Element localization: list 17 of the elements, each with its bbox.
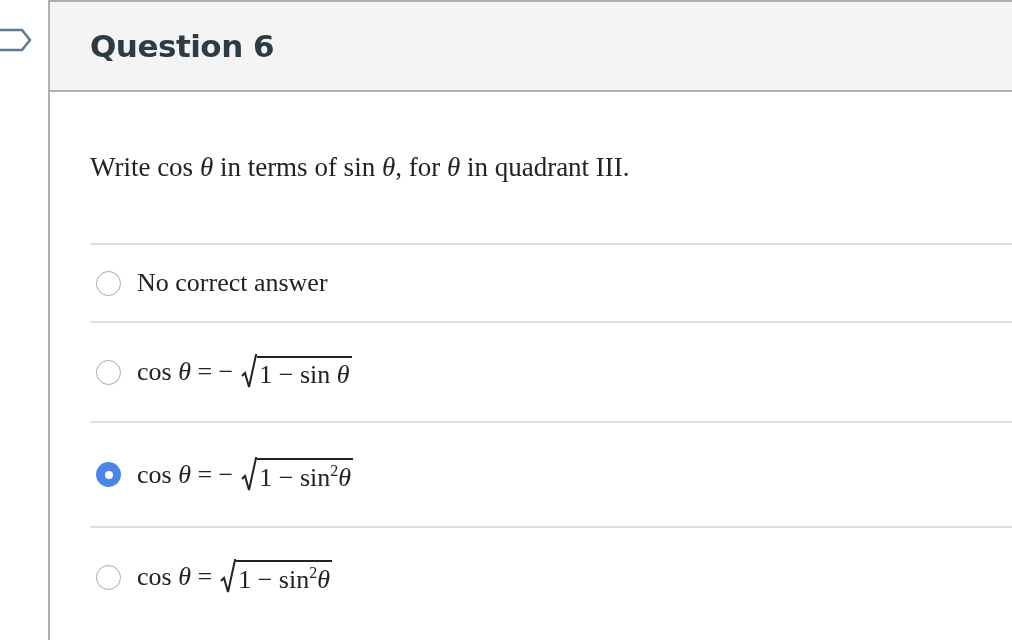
radio-button[interactable] bbox=[96, 270, 121, 296]
question-title: Question 6 bbox=[90, 28, 275, 64]
radicand-text: 1 − sin$^{2}$θ bbox=[236, 560, 332, 595]
formula-text: cos θ = − bbox=[137, 357, 234, 387]
radio-button[interactable] bbox=[96, 462, 121, 487]
formula-text: cos θ = − bbox=[137, 459, 234, 490]
answer-text: No correct answer bbox=[137, 268, 328, 298]
flag-icon bbox=[0, 28, 32, 52]
radical-sign-icon bbox=[220, 559, 237, 595]
radical-sign-icon bbox=[241, 354, 258, 390]
radical-sign-icon bbox=[241, 456, 258, 493]
radio-button[interactable] bbox=[96, 359, 121, 385]
radio-button[interactable] bbox=[96, 564, 121, 590]
radicand-text: 1 − sin$^{2}$θ bbox=[257, 457, 354, 493]
question-text: Write cos θ in terms of sin θ, for θ in quadrant III. bbox=[90, 152, 631, 183]
formula-text: cos θ = bbox=[137, 562, 213, 592]
radicand-text: 1 − sin θ bbox=[257, 356, 352, 390]
